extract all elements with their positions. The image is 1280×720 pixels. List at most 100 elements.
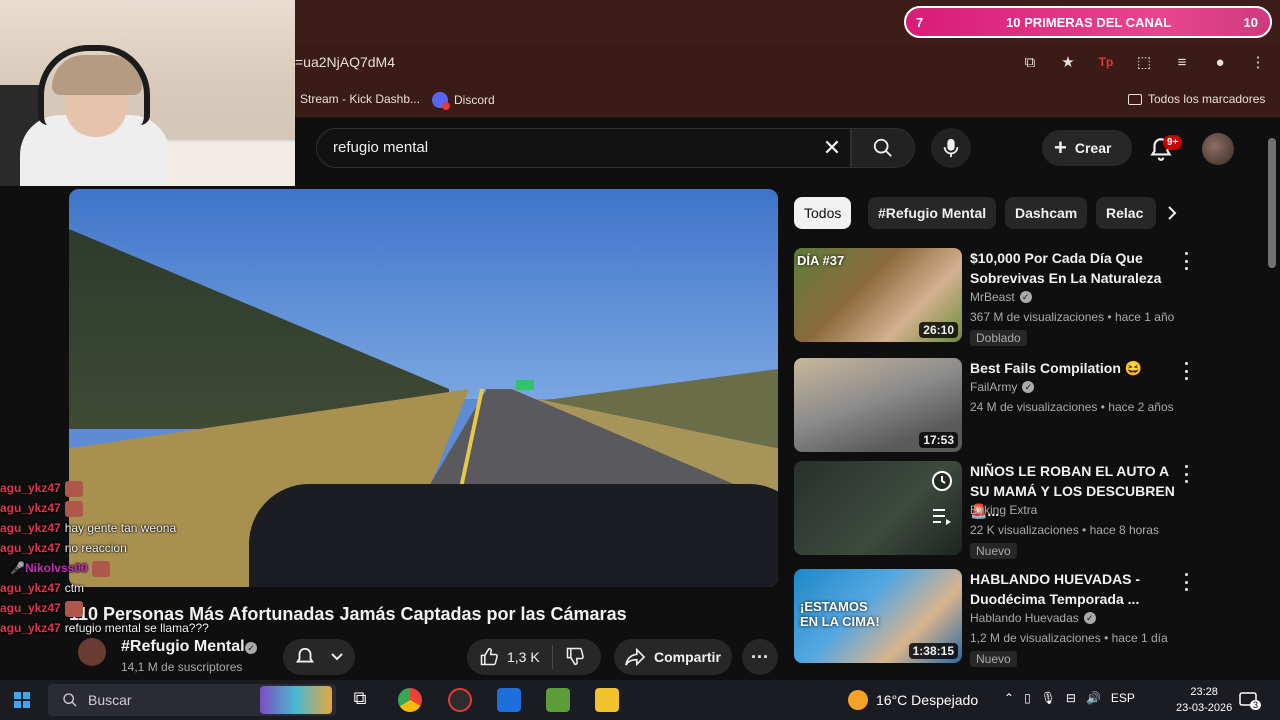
chips-next-button[interactable] bbox=[1158, 197, 1186, 229]
video-frame-truck-hood bbox=[249, 484, 778, 587]
recommendation-item[interactable]: DÍA #37 26:10 $10,000 Por Cada Día Que S… bbox=[794, 248, 1194, 348]
headphones-icon bbox=[38, 45, 150, 125]
dubbed-badge: Doblado bbox=[970, 330, 1027, 346]
chat-username: agu_ykz47 bbox=[0, 481, 61, 495]
create-label: Crear bbox=[1074, 140, 1112, 156]
chip-todos[interactable]: Todos bbox=[794, 197, 852, 229]
notification-center-icon[interactable]: 3 bbox=[1238, 690, 1262, 710]
channel-name: FailArmy bbox=[970, 380, 1018, 394]
share-button[interactable]: Compartir bbox=[614, 639, 732, 675]
windows-start-icon[interactable] bbox=[14, 692, 30, 708]
windows-taskbar: Buscar ⧉ 16°C Despejado ⌃ ▯ 🎙 ⊟ 🔊 ESP 23… bbox=[0, 680, 1280, 720]
create-button[interactable]: + Crear bbox=[1042, 130, 1132, 166]
address-bar-row: =ua2NjAQ7dM4 ⧉ ★ Tp ⬚ ≡ ● ⋮ bbox=[295, 44, 1280, 82]
share-arrow-icon bbox=[625, 647, 646, 667]
video-thumbnail[interactable] bbox=[794, 461, 962, 555]
chip-refugio-mental[interactable]: #Refugio Mental bbox=[868, 197, 997, 229]
page-scrollbar[interactable] bbox=[1268, 138, 1276, 268]
minecraft-icon[interactable] bbox=[546, 688, 570, 712]
chip-dashcam[interactable]: Dashcam bbox=[1005, 197, 1088, 229]
taskbar-clock[interactable]: 23:28 23-03-2026 bbox=[1176, 684, 1232, 716]
channel-name: MrBeast bbox=[970, 290, 1015, 304]
recommendation-meta: 1,2 M de visualizaciones • hace 1 día bbox=[970, 631, 1168, 645]
network-icon[interactable]: ⊟ bbox=[1066, 691, 1076, 705]
more-options-icon[interactable] bbox=[1182, 465, 1190, 483]
chat-message: agu_ykz47 bbox=[0, 598, 300, 618]
volume-icon[interactable]: 🔊 bbox=[1086, 691, 1101, 705]
chrome-icon[interactable] bbox=[398, 688, 422, 712]
channel-name: Byking Extra bbox=[970, 503, 1038, 517]
recommendation-meta: 24 M de visualizaciones • hace 2 años bbox=[970, 400, 1174, 414]
recommendation-item[interactable]: NIÑOS LE ROBAN EL AUTO A SU MAMÁ Y LOS D… bbox=[794, 461, 1194, 561]
clear-search-icon[interactable]: ✕ bbox=[820, 137, 844, 161]
dislike-button[interactable] bbox=[553, 646, 597, 669]
battery-icon[interactable]: ▯ bbox=[1024, 691, 1031, 705]
thumbnail-label: DÍA #37 bbox=[797, 253, 845, 268]
chat-message: agu_ykz47 hay gente tan weona bbox=[0, 518, 300, 538]
browser-menu-icon[interactable]: ⋮ bbox=[1248, 52, 1268, 72]
plus-icon: + bbox=[1054, 135, 1067, 160]
recommendation-item[interactable]: ¡ESTAMOS EN LA CIMA! 1:38:15 HABLANDO HU… bbox=[794, 569, 1194, 669]
search-input[interactable]: refugio mental ✕ bbox=[316, 128, 851, 168]
search-icon bbox=[63, 693, 77, 707]
all-bookmarks[interactable]: Todos los marcadores bbox=[1128, 92, 1265, 106]
language-indicator[interactable]: ESP bbox=[1111, 691, 1135, 705]
like-button[interactable]: 1,3 K bbox=[467, 645, 553, 669]
chat-username: agu_ykz47 bbox=[0, 501, 61, 515]
banner-title: 10 PRIMERAS DEL CANAL bbox=[1006, 14, 1172, 30]
weather-sun-icon bbox=[848, 690, 868, 710]
profile-icon[interactable]: ● bbox=[1210, 52, 1230, 72]
store-icon[interactable] bbox=[497, 688, 521, 712]
watch-later-icon[interactable] bbox=[930, 469, 954, 493]
all-bookmarks-label: Todos los marcadores bbox=[1148, 92, 1266, 106]
recommendation-channel: MrBeast ✓ bbox=[970, 290, 1032, 304]
mic-tray-icon[interactable]: 🎙 bbox=[1041, 691, 1056, 705]
add-to-queue-icon[interactable] bbox=[930, 505, 954, 527]
more-options-icon[interactable] bbox=[1182, 252, 1190, 270]
bookmark-star-icon[interactable]: ★ bbox=[1058, 52, 1078, 72]
chip-relacionados[interactable]: Relac bbox=[1096, 197, 1156, 229]
bookmark-kick-dashboard[interactable]: Stream - Kick Dashb... bbox=[300, 92, 420, 106]
discord-icon bbox=[432, 92, 450, 110]
more-options-icon[interactable] bbox=[1182, 573, 1190, 591]
weather-widget[interactable]: 16°C Despejado bbox=[848, 690, 978, 710]
emote-icon bbox=[64, 480, 83, 497]
chat-text: ctm bbox=[64, 581, 85, 595]
taskbar-search-label: Buscar bbox=[88, 692, 132, 708]
folder-icon bbox=[1128, 93, 1142, 105]
voice-search-button[interactable] bbox=[931, 128, 971, 168]
more-options-icon[interactable] bbox=[1182, 362, 1190, 380]
emote-icon bbox=[64, 600, 83, 617]
chat-message: agu_ykz47 no reaccion bbox=[0, 538, 300, 558]
video-thumbnail[interactable]: 17:53 bbox=[794, 358, 962, 452]
video-thumbnail[interactable]: DÍA #37 26:10 bbox=[794, 248, 962, 342]
recommendation-meta: 367 M de visualizaciones • hace 1 año bbox=[970, 310, 1175, 324]
search-button[interactable] bbox=[851, 128, 915, 168]
chat-text: refugio mental se llama??? bbox=[64, 621, 209, 635]
file-explorer-icon[interactable] bbox=[595, 688, 619, 712]
extensions-icon[interactable]: ⬚ bbox=[1134, 52, 1154, 72]
taskbar-search[interactable]: Buscar bbox=[48, 684, 336, 716]
video-duration: 1:38:15 bbox=[908, 643, 958, 659]
chevron-down-icon bbox=[331, 653, 343, 661]
install-app-icon[interactable]: ⧉ bbox=[1020, 52, 1040, 72]
show-hidden-icons[interactable]: ⌃ bbox=[1004, 691, 1014, 705]
media-controls-icon[interactable]: ≡ bbox=[1172, 52, 1192, 72]
system-tray: ⌃ ▯ 🎙 ⊟ 🔊 ESP bbox=[1004, 691, 1135, 705]
address-bar[interactable]: =ua2NjAQ7dM4 bbox=[295, 54, 395, 70]
obs-icon[interactable] bbox=[448, 688, 472, 712]
bookmark-discord-label: Discord bbox=[454, 93, 495, 107]
search-query: refugio mental bbox=[333, 139, 429, 156]
video-thumbnail[interactable]: ¡ESTAMOS EN LA CIMA! 1:38:15 bbox=[794, 569, 962, 663]
task-view-icon[interactable]: ⧉ bbox=[348, 688, 372, 712]
banner-left-count: 7 bbox=[916, 14, 924, 30]
recommendation-item[interactable]: 17:53 Best Fails Compilation 😆 FailArmy … bbox=[794, 358, 1194, 458]
extension-tp-icon[interactable]: Tp bbox=[1096, 52, 1116, 72]
search-highlight-image bbox=[260, 686, 332, 714]
share-label: Compartir bbox=[654, 649, 721, 665]
user-avatar[interactable] bbox=[1202, 133, 1234, 165]
more-actions-button[interactable]: ··· bbox=[742, 639, 778, 675]
bookmark-discord[interactable]: Discord bbox=[432, 92, 495, 110]
webcam-person bbox=[20, 45, 170, 186]
verified-icon: ✓ bbox=[1083, 612, 1096, 624]
